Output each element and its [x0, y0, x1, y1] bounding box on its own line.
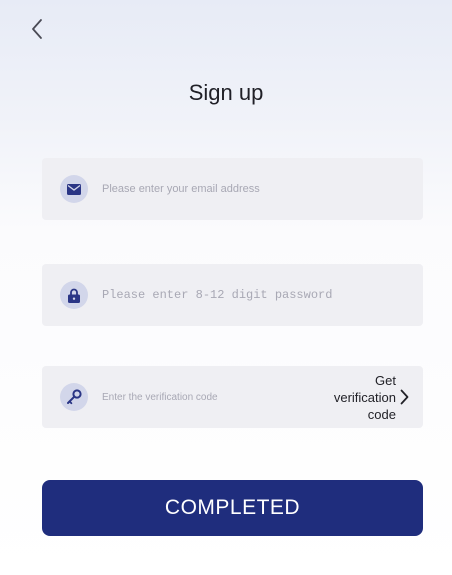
- chevron-left-icon: [30, 18, 44, 45]
- envelope-icon: [60, 175, 88, 203]
- key-icon: [60, 383, 88, 411]
- get-verification-code-button[interactable]: Get verification code: [314, 372, 409, 423]
- verification-code-field[interactable]: Get verification code: [42, 366, 423, 428]
- email-field[interactable]: [42, 158, 423, 220]
- completed-button[interactable]: COMPLETED: [42, 480, 423, 536]
- password-field[interactable]: [42, 264, 423, 326]
- get-code-label: Get verification code: [333, 372, 396, 422]
- verification-code-input[interactable]: [102, 382, 314, 412]
- password-input[interactable]: [102, 280, 423, 310]
- lock-icon: [60, 281, 88, 309]
- email-input[interactable]: [102, 174, 423, 204]
- back-button[interactable]: [22, 16, 52, 46]
- sign-up-screen: Sign up Please enter your email address …: [0, 0, 452, 575]
- page-title: Sign up: [188, 80, 264, 105]
- chevron-right-icon: [400, 389, 409, 405]
